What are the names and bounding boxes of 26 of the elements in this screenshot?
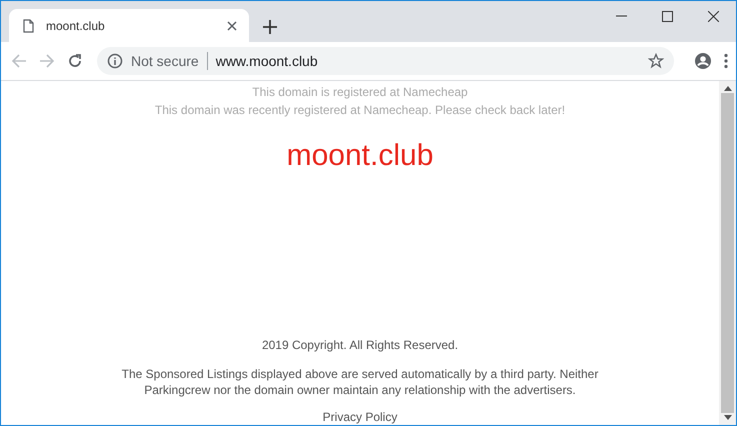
menu-icon[interactable] [724, 53, 728, 69]
security-label: Not secure [131, 53, 199, 69]
profile-icon[interactable] [694, 52, 712, 70]
tab-title: moont.club [46, 18, 106, 32]
scrollbar-thumb[interactable] [721, 93, 734, 413]
browser-tab[interactable]: moont.club [9, 9, 249, 42]
domain-heading: moont.club [286, 139, 434, 173]
reload-button[interactable] [67, 53, 83, 69]
scroll-down-icon [724, 415, 732, 420]
page-icon [23, 18, 34, 32]
maximize-icon [662, 10, 672, 22]
minimize-icon [616, 15, 626, 17]
notice-text: This domain is registered at Namecheap [252, 84, 468, 101]
new-tab-button[interactable] [263, 20, 277, 34]
privacy-policy-link[interactable]: Privacy Policy [322, 410, 398, 424]
close-icon [708, 10, 718, 22]
tab-close-button[interactable] [227, 20, 237, 30]
notice-text: This domain was recently registered at Namecheap. Please check back later! [154, 102, 566, 119]
star-icon[interactable] [648, 53, 664, 69]
address-bar[interactable]: Not secure www.moont.club [97, 47, 674, 75]
url-text: www.moont.club [216, 53, 319, 69]
info-icon [107, 53, 123, 69]
copyright-text: 2019 Copyright. All Rights Reserved. [262, 338, 458, 352]
scrollbar[interactable] [719, 81, 736, 425]
scroll-up-icon [724, 86, 732, 91]
disclaimer-text: The Sponsored Listings displayed above are served automatically by a third party. Neither Parkingcrew nor the domain owner maintain any relationship with the advertisers. [120, 366, 600, 398]
